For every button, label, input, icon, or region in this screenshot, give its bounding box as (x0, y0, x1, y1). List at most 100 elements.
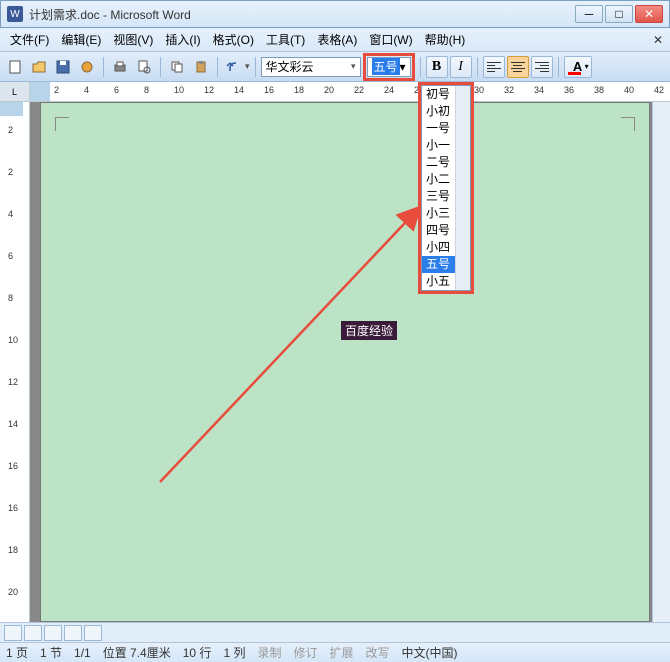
font-size-dropdown[interactable]: 初号小初一号小一二号小二三号小三四号小四五号小五 (421, 85, 471, 291)
permissions-button[interactable] (76, 56, 98, 78)
status-section: 1 节 (40, 644, 62, 661)
ruler-tick-label: 8 (8, 293, 13, 303)
ruler-tick-label: 34 (534, 85, 544, 95)
status-page: 1 页 (6, 644, 28, 661)
status-line: 10 行 (183, 644, 212, 661)
font-name-value: 华文彩云 (266, 58, 314, 75)
ruler-tick-label: 20 (8, 587, 18, 597)
ruler-tick-label: 6 (8, 251, 13, 261)
chevron-down-icon: ▾ (400, 60, 406, 74)
font-size-highlight-box: 五号 ▾ (363, 53, 415, 81)
copy-button[interactable] (166, 56, 188, 78)
window-controls: ─ □ ✕ (575, 5, 663, 23)
menu-window[interactable]: 窗口(W) (363, 29, 418, 50)
ruler-tick-label: 24 (384, 85, 394, 95)
view-bar (0, 622, 670, 642)
menu-format[interactable]: 格式(O) (207, 29, 260, 50)
menu-table[interactable]: 表格(A) (311, 29, 363, 50)
toolbar-separator (103, 57, 104, 77)
font-size-combo[interactable]: 五号 ▾ (367, 57, 411, 77)
undo-dropdown-icon[interactable]: ▾ (245, 61, 250, 72)
chevron-down-icon: ▾ (585, 62, 589, 71)
menu-edit[interactable]: 编辑(E) (55, 29, 107, 50)
menu-tools[interactable]: 工具(T) (260, 29, 311, 50)
align-left-button[interactable] (483, 56, 505, 78)
toolbar-separator (217, 57, 218, 77)
status-revision: 修订 (293, 644, 317, 661)
status-language: 中文(中国) (402, 644, 458, 661)
menu-file[interactable]: 文件(F) (4, 29, 55, 50)
dropdown-scrollbar[interactable] (455, 86, 470, 290)
print-button[interactable] (109, 56, 131, 78)
save-button[interactable] (52, 56, 74, 78)
ruler-tick-label: 40 (624, 85, 634, 95)
window-title: 计划需求.doc - Microsoft Word (29, 6, 575, 23)
menu-help[interactable]: 帮助(H) (419, 29, 472, 50)
word-app-icon: W (7, 6, 23, 22)
ruler-tick-label: 14 (8, 419, 18, 429)
status-record: 录制 (257, 644, 281, 661)
ruler-row: L 24681012141618202224262830323436384042 (0, 82, 670, 102)
menu-insert[interactable]: 插入(I) (159, 29, 206, 50)
ruler-tick-label: 14 (234, 85, 244, 95)
font-name-combo[interactable]: 华文彩云 ▾ (261, 57, 361, 77)
ruler-tick-label: 2 (54, 85, 59, 95)
font-size-dropdown-highlight: 初号小初一号小一二号小二三号小三四号小四五号小五 (418, 82, 474, 294)
ruler-tick-label: 12 (204, 85, 214, 95)
edit-area: 2246810121416161820 百度经验 (0, 102, 670, 622)
paste-button[interactable] (190, 56, 212, 78)
minimize-button[interactable]: ─ (575, 5, 603, 23)
toolbar-separator (420, 57, 421, 77)
vertical-scrollbar[interactable] (652, 102, 670, 622)
tab-selector[interactable]: L (0, 82, 30, 101)
toolbar-separator (255, 57, 256, 77)
toolbar-separator (160, 57, 161, 77)
ruler-tick-label: 38 (594, 85, 604, 95)
print-preview-button[interactable] (133, 56, 155, 78)
ruler-tick-label: 10 (8, 335, 18, 345)
status-position: 位置 7.4厘米 (103, 644, 171, 661)
document-canvas[interactable]: 百度经验 (30, 102, 670, 622)
italic-button[interactable]: I (450, 56, 472, 78)
close-document-button[interactable]: ✕ (650, 33, 666, 47)
ruler-tick-label: 2 (8, 125, 13, 135)
undo-button[interactable] (223, 56, 245, 78)
font-color-button[interactable]: A ▾ (564, 56, 592, 78)
maximize-button[interactable]: □ (605, 5, 633, 23)
ruler-tick-label: 42 (654, 85, 664, 95)
toolbar-separator (477, 57, 478, 77)
ruler-tick-label: 12 (8, 377, 18, 387)
font-size-value: 五号 (372, 58, 400, 75)
new-doc-button[interactable] (4, 56, 26, 78)
ruler-tick-label: 4 (84, 85, 89, 95)
ruler-tick-label: 36 (564, 85, 574, 95)
open-button[interactable] (28, 56, 50, 78)
font-color-swatch (568, 72, 581, 75)
status-extend: 扩展 (329, 644, 353, 661)
ruler-top-margin (0, 102, 23, 116)
align-center-button[interactable] (507, 56, 529, 78)
menu-bar: 文件(F) 编辑(E) 视图(V) 插入(I) 格式(O) 工具(T) 表格(A… (0, 28, 670, 52)
document-text[interactable]: 百度经验 (341, 321, 397, 340)
ruler-tick-label: 8 (144, 85, 149, 95)
close-button[interactable]: ✕ (635, 5, 663, 23)
ruler-tick-label: 16 (264, 85, 274, 95)
vertical-ruler[interactable]: 2246810121416161820 (0, 102, 30, 622)
status-overwrite: 改写 (366, 644, 390, 661)
toolbar-separator (558, 57, 559, 77)
align-right-button[interactable] (531, 56, 553, 78)
ruler-tick-label: 18 (294, 85, 304, 95)
ruler-tick-label: 22 (354, 85, 364, 95)
ruler-tick-label: 32 (504, 85, 514, 95)
toolbar: ▾ 华文彩云 ▾ 五号 ▾ B I A ▾ (0, 52, 670, 82)
status-column: 1 列 (223, 644, 245, 661)
crop-mark-icon (621, 117, 635, 131)
bold-button[interactable]: B (426, 56, 448, 78)
ruler-tick-label: 16 (8, 503, 18, 513)
horizontal-ruler[interactable]: 24681012141618202224262830323436384042 (30, 82, 670, 101)
page[interactable]: 百度经验 (40, 102, 650, 622)
ruler-tick-label: 20 (324, 85, 334, 95)
ruler-tick-label: 30 (474, 85, 484, 95)
menu-view[interactable]: 视图(V) (107, 29, 159, 50)
ruler-tick-label: 4 (8, 209, 13, 219)
